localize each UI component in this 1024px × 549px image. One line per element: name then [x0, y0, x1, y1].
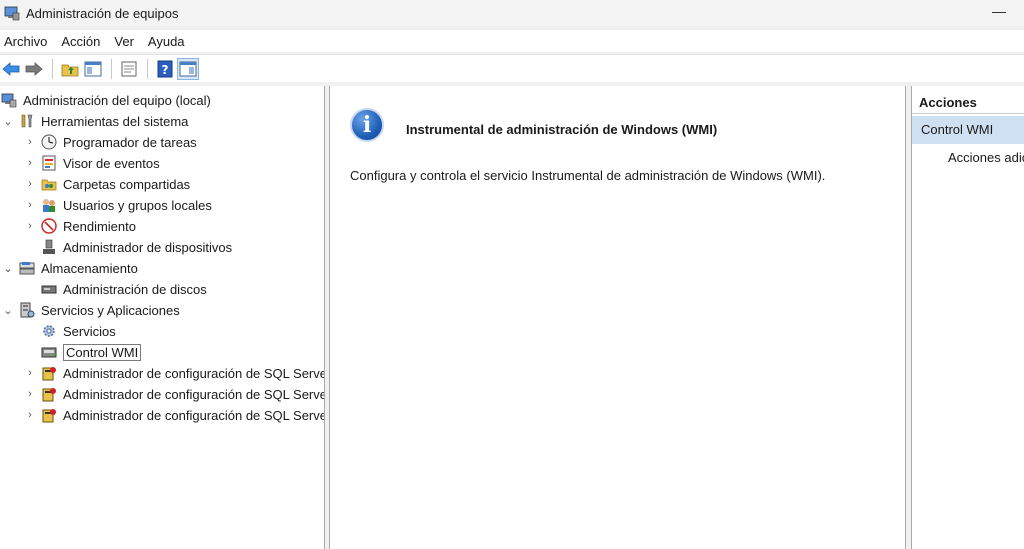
chevron-right-icon[interactable]: ›	[24, 157, 36, 169]
properties-icon[interactable]	[118, 58, 140, 80]
show-hide-tree-icon[interactable]	[82, 58, 104, 80]
tree-item-sql-config-2[interactable]: › Administrador de configuración de SQL …	[24, 384, 325, 404]
back-arrow-icon[interactable]	[0, 58, 22, 80]
tree-item-event-viewer[interactable]: › Visor de eventos	[24, 153, 160, 173]
actions-pane: Acciones Control WMI Acciones adicionale…	[911, 86, 1024, 549]
tree-item-shared-folders[interactable]: › Carpetas compartidas	[24, 174, 190, 194]
tree-item-label: Administrador de configuración de SQL Se…	[63, 407, 325, 423]
tree-item-system-tools[interactable]: ⌄ Herramientas del sistema	[2, 111, 188, 131]
chevron-right-icon[interactable]: ›	[24, 178, 36, 190]
services-gear-icon	[40, 322, 58, 340]
console-tree-pane: Administración del equipo (local) ⌄ Herr…	[0, 86, 325, 549]
event-viewer-icon	[40, 154, 58, 172]
tree-item-label: Almacenamiento	[41, 260, 138, 276]
chevron-down-icon[interactable]: ⌄	[2, 115, 14, 128]
tree-item-users-groups[interactable]: › Usuarios y grupos locales	[24, 195, 212, 215]
toolbar-separator	[52, 58, 53, 79]
performance-icon	[40, 217, 58, 235]
tree-item-computer-management[interactable]: Administración del equipo (local)	[0, 90, 211, 110]
tree-item-label: Servicios	[63, 323, 116, 339]
tree-item-label: Servicios y Aplicaciones	[41, 302, 180, 318]
disk-management-icon	[40, 280, 58, 298]
chevron-right-icon[interactable]: ›	[24, 409, 36, 421]
users-groups-icon	[40, 196, 58, 214]
menu-archivo[interactable]: Archivo	[0, 34, 56, 49]
task-scheduler-icon	[40, 133, 58, 151]
system-tools-icon	[18, 112, 36, 130]
menu-ayuda[interactable]: Ayuda	[143, 34, 194, 49]
chevron-right-icon[interactable]: ›	[24, 388, 36, 400]
tree-item-label: Rendimiento	[63, 218, 136, 234]
chevron-right-icon[interactable]: ›	[24, 220, 36, 232]
tree-item-label: Herramientas del sistema	[41, 113, 189, 129]
device-manager-icon	[40, 238, 58, 256]
menu-bar: Archivo Acción Ver Ayuda	[0, 30, 1024, 52]
tree-item-device-manager[interactable]: Administrador de dispositivos	[24, 237, 232, 257]
menu-accion[interactable]: Acción	[56, 34, 109, 49]
sql-config-icon	[40, 406, 58, 424]
tree-item-label: Administrador de dispositivos	[63, 239, 233, 255]
more-actions-item[interactable]: Acciones adicionales	[948, 150, 1024, 165]
tree-item-wmi-control[interactable]: Control WMI	[24, 342, 142, 362]
toolbar: ?	[0, 54, 1024, 82]
info-icon: i	[350, 108, 384, 142]
chevron-right-icon[interactable]: ›	[24, 199, 36, 211]
toolbar-separator	[147, 58, 148, 79]
services-apps-icon	[18, 301, 36, 319]
shared-folders-icon	[40, 175, 58, 193]
tree-item-performance[interactable]: › Rendimiento	[24, 216, 136, 236]
tree-item-label: Carpetas compartidas	[63, 176, 191, 192]
tree-item-label: Control WMI	[63, 343, 142, 361]
result-pane: i Instrumental de administración de Wind…	[329, 86, 906, 549]
tree-item-services[interactable]: Servicios	[24, 321, 116, 341]
tree-item-label: Administrador de configuración de SQL Se…	[63, 386, 325, 402]
tree-item-services-apps[interactable]: ⌄ Servicios y Aplicaciones	[2, 300, 180, 320]
help-icon[interactable]: ?	[154, 58, 176, 80]
toolbar-separator	[111, 58, 112, 79]
page-title: Instrumental de administración de Window…	[406, 122, 718, 137]
tree-item-label: Administración de discos	[63, 281, 207, 297]
sql-config-icon	[40, 385, 58, 403]
chevron-right-icon[interactable]: ›	[24, 136, 36, 148]
window-title: Administración de equipos	[26, 5, 179, 21]
tree-item-label: Administración del equipo (local)	[23, 92, 211, 108]
chevron-down-icon[interactable]: ⌄	[2, 304, 14, 317]
tree-item-disk-management[interactable]: Administración de discos	[24, 279, 207, 299]
tree-item-label: Visor de eventos	[63, 155, 160, 171]
up-folder-icon[interactable]	[59, 58, 81, 80]
tree-item-label: Usuarios y grupos locales	[63, 197, 212, 213]
tree-item-label: Programador de tareas	[63, 134, 197, 150]
forward-arrow-icon[interactable]	[23, 58, 45, 80]
tree-item-task-scheduler[interactable]: › Programador de tareas	[24, 132, 197, 152]
minimize-button[interactable]: —	[992, 3, 1006, 21]
sql-config-icon	[40, 364, 58, 382]
tree-item-sql-config-3[interactable]: › Administrador de configuración de SQL …	[24, 405, 325, 425]
chevron-right-icon[interactable]: ›	[24, 367, 36, 379]
tree-item-storage[interactable]: ⌄ Almacenamiento	[2, 258, 138, 278]
menu-ver[interactable]: Ver	[109, 34, 143, 49]
storage-icon	[18, 259, 36, 277]
actions-header: Acciones	[912, 92, 1024, 114]
computer-management-app-icon	[4, 5, 20, 21]
tree-item-label: Administrador de configuración de SQL Se…	[63, 365, 325, 381]
show-hide-action-pane-icon[interactable]	[177, 57, 199, 80]
computer-management-icon	[0, 91, 18, 109]
svg-text:?: ?	[162, 63, 169, 77]
wmi-control-icon	[40, 343, 58, 361]
chevron-down-icon[interactable]: ⌄	[2, 262, 14, 275]
title-bar: Administración de equipos —	[0, 0, 1024, 26]
actions-group-wmi-control[interactable]: Control WMI	[912, 116, 1024, 144]
description-text: Configura y controla el servicio Instrum…	[350, 168, 826, 183]
tree-item-sql-config-1[interactable]: › Administrador de configuración de SQL …	[24, 363, 325, 383]
